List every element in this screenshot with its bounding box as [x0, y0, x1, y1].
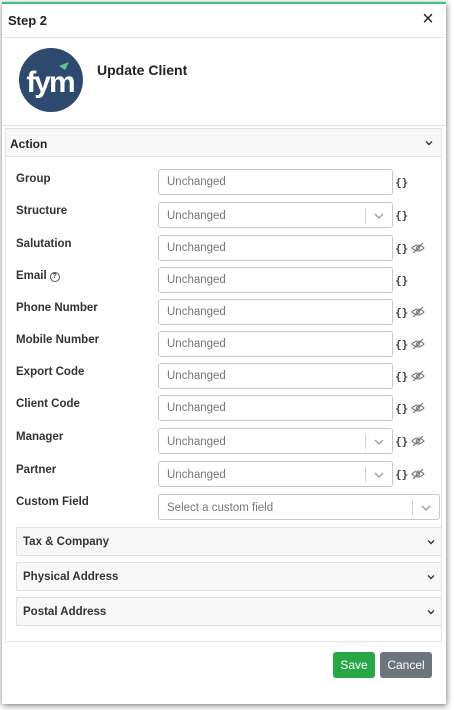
cancel-button[interactable]: Cancel — [380, 652, 432, 678]
chevron-down-icon — [373, 211, 385, 221]
salutation-label: Salutation — [16, 238, 72, 250]
eye-off-icon[interactable] — [411, 402, 425, 414]
insert-token-icon[interactable]: {} — [395, 209, 408, 222]
chevron-down-icon — [427, 573, 437, 583]
group-label: Group — [16, 173, 51, 185]
manager-select-value: Unchanged — [167, 436, 226, 448]
salutation-input[interactable] — [158, 235, 393, 261]
chevron-down-icon — [427, 608, 437, 618]
partner-select-value: Unchanged — [167, 469, 226, 481]
insert-token-icon[interactable]: {} — [395, 176, 408, 189]
save-button[interactable]: Save — [333, 652, 375, 678]
email-input[interactable] — [158, 267, 393, 293]
eye-off-icon[interactable] — [411, 306, 425, 318]
chevron-down-icon — [373, 437, 385, 447]
custom-field-select[interactable]: Select a custom field — [158, 494, 440, 520]
action-card-title: Action — [10, 137, 48, 151]
action-card: Action Group {} Structure Unchanged {} S… — [5, 128, 442, 642]
physical-address-panel[interactable]: Physical Address — [16, 562, 442, 591]
postal-address-title: Postal Address — [23, 606, 107, 618]
chevron-down-icon — [425, 139, 435, 149]
insert-token-icon[interactable]: {} — [395, 435, 408, 448]
client-code-input[interactable] — [158, 395, 393, 421]
eye-off-icon[interactable] — [411, 338, 425, 350]
insert-token-icon[interactable]: {} — [395, 402, 408, 415]
eye-off-icon[interactable] — [411, 435, 425, 447]
structure-select-value: Unchanged — [167, 210, 226, 222]
partner-label: Partner — [16, 464, 57, 476]
tax-company-panel[interactable]: Tax & Company — [16, 527, 442, 556]
custom-field-label: Custom Field — [16, 496, 89, 508]
insert-token-icon[interactable]: {} — [395, 338, 408, 351]
chevron-down-icon — [427, 538, 437, 548]
svg-text:fym: fym — [26, 66, 74, 99]
physical-address-title: Physical Address — [23, 571, 119, 583]
email-label: Email? — [16, 270, 60, 282]
select-divider — [365, 467, 366, 482]
tax-company-title: Tax & Company — [23, 536, 110, 548]
postal-address-panel[interactable]: Postal Address — [16, 597, 442, 626]
select-divider — [365, 208, 366, 223]
insert-token-icon[interactable]: {} — [395, 242, 408, 255]
structure-label: Structure — [16, 205, 68, 217]
dialog-header: Step 2 × — [2, 4, 446, 38]
dialog-title: Step 2 — [8, 13, 48, 28]
insert-token-icon[interactable]: {} — [395, 274, 408, 287]
export-code-input[interactable] — [158, 363, 393, 389]
step-dialog: Step 2 × fym Update Client Action Group … — [2, 2, 446, 704]
insert-token-icon[interactable]: {} — [395, 370, 408, 383]
eye-off-icon[interactable] — [411, 468, 425, 480]
email-label-text: Email — [16, 270, 47, 282]
action-card-header[interactable]: Action — [6, 129, 441, 157]
select-divider — [365, 434, 366, 449]
client-code-label: Client Code — [16, 398, 80, 410]
eye-off-icon[interactable] — [411, 242, 425, 254]
fym-logo-icon: fym — [19, 48, 83, 112]
phone-number-input[interactable] — [158, 299, 393, 325]
structure-select[interactable]: Unchanged — [158, 202, 393, 228]
action-title: Update Client — [97, 62, 188, 78]
export-code-label: Export Code — [16, 366, 85, 378]
help-icon[interactable]: ? — [49, 272, 60, 282]
insert-token-icon[interactable]: {} — [395, 306, 408, 319]
close-icon[interactable]: × — [418, 9, 438, 29]
eye-off-icon[interactable] — [411, 370, 425, 382]
select-divider — [412, 500, 413, 515]
mobile-number-label: Mobile Number — [16, 334, 100, 346]
mobile-number-input[interactable] — [158, 331, 393, 357]
action-info: fym Update Client — [2, 38, 446, 126]
partner-select[interactable]: Unchanged — [158, 461, 393, 487]
manager-label: Manager — [16, 431, 64, 443]
chevron-down-icon — [373, 470, 385, 480]
chevron-down-icon — [420, 503, 432, 513]
group-input[interactable] — [158, 169, 393, 195]
phone-number-label: Phone Number — [16, 302, 98, 314]
manager-select[interactable]: Unchanged — [158, 428, 393, 454]
custom-field-placeholder: Select a custom field — [167, 502, 274, 514]
insert-token-icon[interactable]: {} — [395, 468, 408, 481]
